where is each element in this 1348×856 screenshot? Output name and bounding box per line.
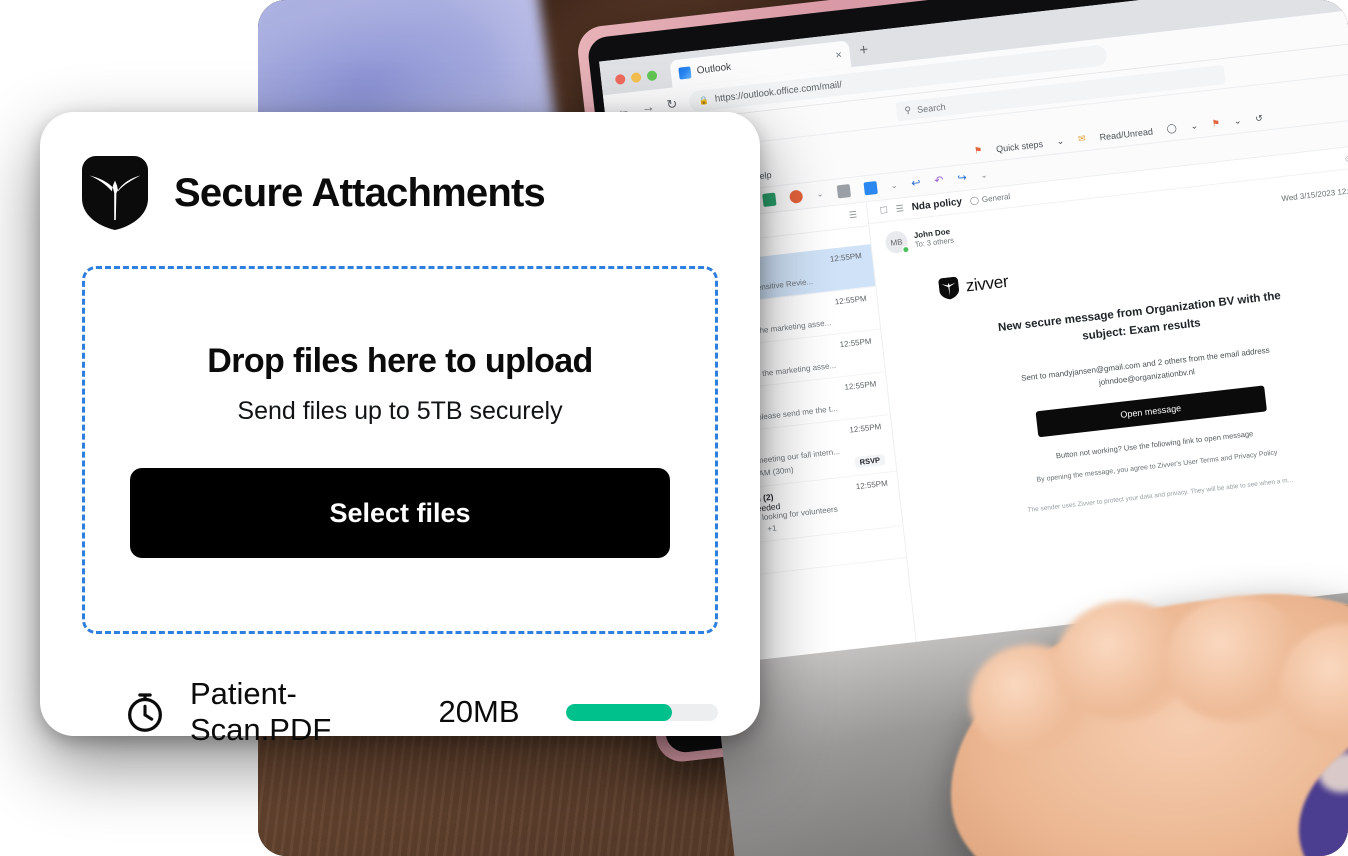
upload-file-size: 20MB <box>438 694 520 729</box>
zivver-wordmark: zivver <box>964 271 1010 296</box>
snooze-icon[interactable] <box>788 189 804 204</box>
presence-indicator-icon <box>901 245 910 254</box>
zivver-shield-icon <box>938 276 959 300</box>
secure-attachments-card: Secure Attachments Drop files here to up… <box>40 112 760 747</box>
dropzone-title: Drop files here to upload <box>207 342 593 380</box>
read-unread-icon: ✉ <box>1077 133 1087 144</box>
category-label: General <box>981 191 1011 205</box>
upload-file-name: Patient-Scan.PDF <box>190 676 332 747</box>
lock-icon: 🔒 <box>698 95 710 106</box>
search-placeholder: Search <box>916 101 947 115</box>
reply-all-icon[interactable]: ↶ <box>934 173 945 187</box>
rsvp-button[interactable]: RSVP <box>854 453 886 469</box>
quick-steps-chevron-down-icon[interactable]: ⌄ <box>1056 136 1065 148</box>
search-icon: ⚲ <box>904 104 912 116</box>
upload-progress-fill <box>565 703 673 721</box>
upload-status-row: Patient-Scan.PDF 20MB <box>82 676 718 748</box>
maximize-window-icon[interactable] <box>646 70 658 82</box>
expand-icon[interactable]: ☐ <box>879 205 888 217</box>
undo-icon[interactable]: ↺ <box>1255 113 1264 125</box>
reading-subject: Nda policy <box>911 196 963 214</box>
ribbon-quick-steps[interactable]: Quick steps <box>996 138 1044 153</box>
close-window-icon[interactable] <box>614 73 626 85</box>
forward-mail-icon[interactable]: ↪ <box>957 171 968 185</box>
tag-icon[interactable]: ◯ <box>1166 123 1177 135</box>
minimize-window-icon[interactable] <box>630 72 642 84</box>
move-chevron-down-icon[interactable]: ⌄ <box>890 181 898 191</box>
category-icon: ◯ <box>969 195 980 206</box>
outlook-favicon <box>678 65 692 80</box>
close-tab-icon[interactable]: × <box>835 49 843 62</box>
screenshot-root: Outlook × + ← → ↻ 🔒 https://outlook.offi… <box>0 0 1348 856</box>
reading-emoji-icon[interactable]: ☺ <box>1343 152 1348 163</box>
zivver-shield-icon <box>82 156 148 230</box>
card-header: Secure Attachments <box>82 156 718 230</box>
select-files-button[interactable]: Select files <box>130 468 670 558</box>
attachment-more-count: +1 <box>766 523 777 534</box>
file-dropzone[interactable]: Drop files here to upload Send files up … <box>82 266 718 634</box>
tag-chevron-down-icon[interactable]: ⌄ <box>1190 120 1199 132</box>
reload-icon[interactable]: ↻ <box>666 96 679 113</box>
new-tab-icon[interactable]: + <box>855 41 870 66</box>
archive-icon[interactable] <box>762 192 777 207</box>
reply-icon[interactable]: ↩ <box>911 176 922 190</box>
quick-steps-icon: ⚑ <box>973 144 983 156</box>
snooze-chevron-down-icon[interactable]: ⌄ <box>816 189 824 199</box>
stopwatch-icon <box>128 693 162 732</box>
zivver-footer-note: The sender uses Zivver to protect your d… <box>1027 476 1294 514</box>
list-icon[interactable]: ☰ <box>895 203 904 215</box>
avatar: MB <box>884 229 910 255</box>
reading-category: ◯ General <box>970 192 1011 206</box>
avatar-initials: MB <box>889 236 903 248</box>
page-title: Secure Attachments <box>174 170 546 215</box>
flag-chevron-down-icon[interactable]: ⌄ <box>1233 115 1242 127</box>
flag-icon[interactable]: ⚑ <box>1211 118 1220 130</box>
ribbon-read-unread[interactable]: Read/Unread <box>1099 126 1153 142</box>
mail-time <box>893 533 894 543</box>
address-text: https://outlook.office.com/mail/ <box>714 79 843 105</box>
move-icon[interactable] <box>863 181 878 196</box>
dropzone-subtitle: Send files up to 5TB securely <box>237 397 563 425</box>
filter-icon[interactable]: ☰ <box>848 209 857 221</box>
upload-progress-bar <box>565 703 718 721</box>
forward-chevron-down-icon[interactable]: ⌄ <box>980 170 988 180</box>
sweep-icon[interactable] <box>836 184 851 199</box>
reading-date: Wed 3/15/2023 12:55 PM <box>1280 184 1348 203</box>
